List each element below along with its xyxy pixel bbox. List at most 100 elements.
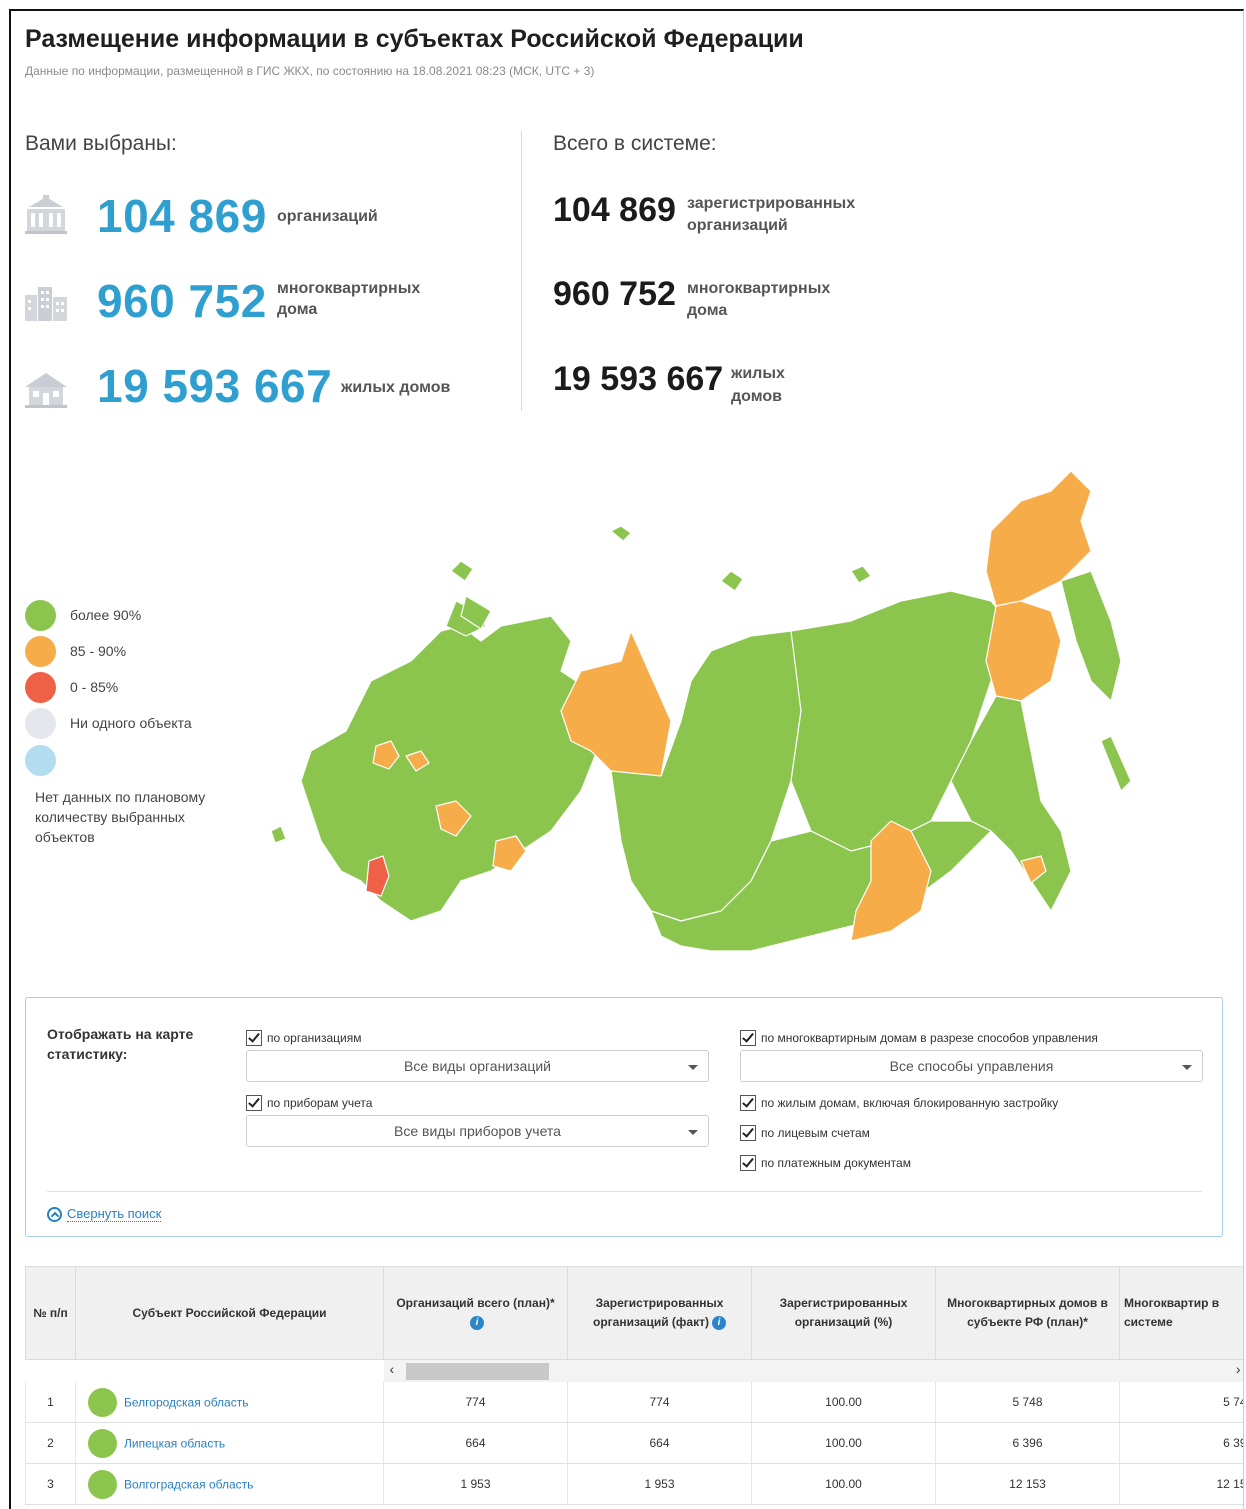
checkbox-checked-icon[interactable] xyxy=(740,1095,756,1111)
legend-item-over-90: более 90% xyxy=(25,599,141,631)
legend-item-0-85: 0 - 85% xyxy=(25,671,118,703)
checkbox-checked-icon[interactable] xyxy=(740,1155,756,1171)
checkbox-label: по приборам учета xyxy=(267,1096,373,1110)
map-island-novosibirsk[interactable] xyxy=(850,565,872,584)
cell-num: 1 xyxy=(25,1382,76,1423)
legend-label: 85 - 90% xyxy=(70,643,127,659)
cell-orgs-fact: 1 953 xyxy=(567,1463,752,1505)
map-region-kaliningrad[interactable] xyxy=(270,825,287,844)
checkbox-by-mkd[interactable]: по многоквартирным домам в разрезе спосо… xyxy=(740,1030,1098,1046)
filter-divider xyxy=(47,1191,1202,1192)
col-header-subject[interactable]: Субъект Российской Федерации xyxy=(75,1266,384,1360)
system-mkd-value: 960 752 xyxy=(553,275,676,313)
checkbox-by-accounts[interactable]: по лицевым счетам xyxy=(740,1125,870,1141)
col-header-mkd-sys[interactable]: Многоквартир в системе xyxy=(1119,1266,1243,1360)
legend-item-none: Ни одного объекта xyxy=(25,707,192,739)
horizontal-scrollbar[interactable]: ‹ › xyxy=(383,1359,1244,1382)
system-orgs-value: 104 869 xyxy=(553,191,676,229)
checkbox-by-payments[interactable]: по платежным документам xyxy=(740,1155,911,1171)
col-header-label: Зарегистрированных организаций (факт) xyxy=(593,1296,724,1329)
legend-label-no-data: Нет данных по плановому количеству выбра… xyxy=(35,789,206,845)
system-heading: Всего в системе: xyxy=(553,132,717,155)
collapse-search-link[interactable]: Свернуть поиск xyxy=(47,1206,162,1222)
checkbox-by-houses[interactable]: по жилым домам, включая блокированную за… xyxy=(740,1095,1058,1111)
checkbox-label: по многоквартирным домам в разрезе спосо… xyxy=(761,1031,1098,1045)
cell-mkd-sys: 6 39 xyxy=(1119,1422,1243,1464)
col-header-num[interactable]: № п/п xyxy=(25,1266,76,1360)
legend-dot-red xyxy=(25,671,56,703)
map-island-franz-josef[interactable] xyxy=(610,525,632,542)
map-region-west[interactable] xyxy=(300,615,612,922)
region-link[interactable]: Белгородская область xyxy=(124,1395,248,1409)
info-icon[interactable]: i xyxy=(711,1315,726,1330)
legend-label: более 90% xyxy=(70,607,142,623)
legend-dot-green xyxy=(25,599,56,631)
table-header-row: № п/п Субъект Российской Федерации Орган… xyxy=(25,1266,1243,1360)
status-dot-green xyxy=(88,1469,117,1499)
cell-mkd-plan: 5 748 xyxy=(935,1382,1120,1423)
scrollbar-track[interactable]: ‹ › xyxy=(384,1360,1244,1382)
cell-orgs-plan: 774 xyxy=(383,1382,568,1423)
selected-orgs-label: организаций xyxy=(277,208,378,225)
cell-orgs-fact: 774 xyxy=(567,1382,752,1423)
page-frame: Размещение информации в субъектах Россий… xyxy=(9,9,1244,1509)
legend-dot-orange xyxy=(25,635,56,667)
checkbox-checked-icon[interactable] xyxy=(246,1030,262,1046)
system-houses-label-line1: жилых xyxy=(731,365,785,382)
scroll-right-arrow-icon[interactable]: › xyxy=(1236,1361,1241,1377)
table-row: 2 Липецкая область 664 664 100.00 6 396 … xyxy=(25,1422,1243,1464)
checkbox-checked-icon[interactable] xyxy=(246,1095,262,1111)
map-island-novaya-zemlya[interactable] xyxy=(450,560,474,582)
col-header-orgs-plan[interactable]: Организаций всего (план)* i xyxy=(383,1266,568,1360)
checkbox-label: по жилым домам, включая блокированную за… xyxy=(761,1096,1059,1110)
system-mkd-label-line2: дома xyxy=(687,302,728,319)
map-region-magadan[interactable] xyxy=(985,600,1062,702)
apartment-buildings-icon xyxy=(25,287,67,321)
management-method-select[interactable]: Все способы управления xyxy=(740,1050,1203,1082)
house-icon xyxy=(25,373,67,408)
col-header-orgs-pct[interactable]: Зарегистрированных организаций (%) xyxy=(751,1266,936,1360)
orgs-type-select[interactable]: Все виды организаций xyxy=(246,1050,709,1082)
region-link[interactable]: Липецкая область xyxy=(124,1436,225,1450)
col-header-label: Организаций всего (план)* xyxy=(396,1296,555,1310)
col-header-mkd-plan[interactable]: Многоквартирных домов в субъекте РФ (пла… xyxy=(935,1266,1120,1360)
info-icon[interactable]: i xyxy=(470,1315,484,1330)
checkbox-checked-icon[interactable] xyxy=(740,1030,756,1046)
russia-regions-map[interactable] xyxy=(251,451,1171,971)
cell-orgs-pct: 100.00 xyxy=(751,1422,936,1464)
scrollbar-thumb[interactable] xyxy=(405,1363,549,1380)
table-row: 1 Белгородская область 774 774 100.00 5 … xyxy=(25,1382,1243,1423)
cell-region: Волгоградская область xyxy=(75,1463,384,1505)
government-building-icon xyxy=(25,195,67,234)
collapse-search-label: Свернуть поиск xyxy=(67,1206,162,1222)
meters-type-select[interactable]: Все виды приборов учета xyxy=(246,1115,709,1147)
chevron-down-icon xyxy=(688,1065,698,1070)
col-header-orgs-fact[interactable]: Зарегистрированных организаций (факт) i xyxy=(567,1266,752,1360)
selected-mkd-value: 960 752 xyxy=(97,275,267,327)
cell-orgs-fact: 664 xyxy=(567,1422,752,1464)
selected-heading: Вами выбраны: xyxy=(25,132,177,155)
selected-houses-value: 19 593 667 xyxy=(97,360,333,412)
map-filter-panel: Отображать на карте статистику: по орган… xyxy=(25,997,1223,1237)
map-region-kamchatka[interactable] xyxy=(1060,570,1122,702)
page-subtitle: Данные по информации, размещенной в ГИС … xyxy=(25,64,595,78)
orgs-type-select-value: Все виды организаций xyxy=(404,1058,551,1074)
cell-orgs-pct: 100.00 xyxy=(751,1463,936,1505)
checkbox-checked-icon[interactable] xyxy=(740,1125,756,1141)
chevron-up-circle-icon xyxy=(47,1206,62,1222)
selected-mkd-label-line1: многоквартирных xyxy=(277,280,421,297)
legend-dot-gray xyxy=(25,707,56,739)
cell-mkd-plan: 12 153 xyxy=(935,1463,1120,1505)
checkbox-by-meters[interactable]: по приборам учета xyxy=(246,1095,372,1111)
checkbox-by-orgs[interactable]: по организациям xyxy=(246,1030,361,1046)
map-island-severnaya-zemlya[interactable] xyxy=(720,570,744,592)
regions-table: № п/п Субъект Российской Федерации Орган… xyxy=(25,1266,1244,1505)
cell-mkd-sys: 12 15 xyxy=(1119,1463,1243,1505)
management-method-select-value: Все способы управления xyxy=(889,1058,1054,1074)
map-island-sakhalin[interactable] xyxy=(1100,735,1132,792)
scroll-left-arrow-icon[interactable]: ‹ xyxy=(390,1361,395,1377)
region-link[interactable]: Волгоградская область xyxy=(124,1477,253,1491)
checkbox-label: по платежным документам xyxy=(761,1156,911,1170)
cell-num: 3 xyxy=(25,1463,76,1505)
legend-item-85-90: 85 - 90% xyxy=(25,635,126,667)
